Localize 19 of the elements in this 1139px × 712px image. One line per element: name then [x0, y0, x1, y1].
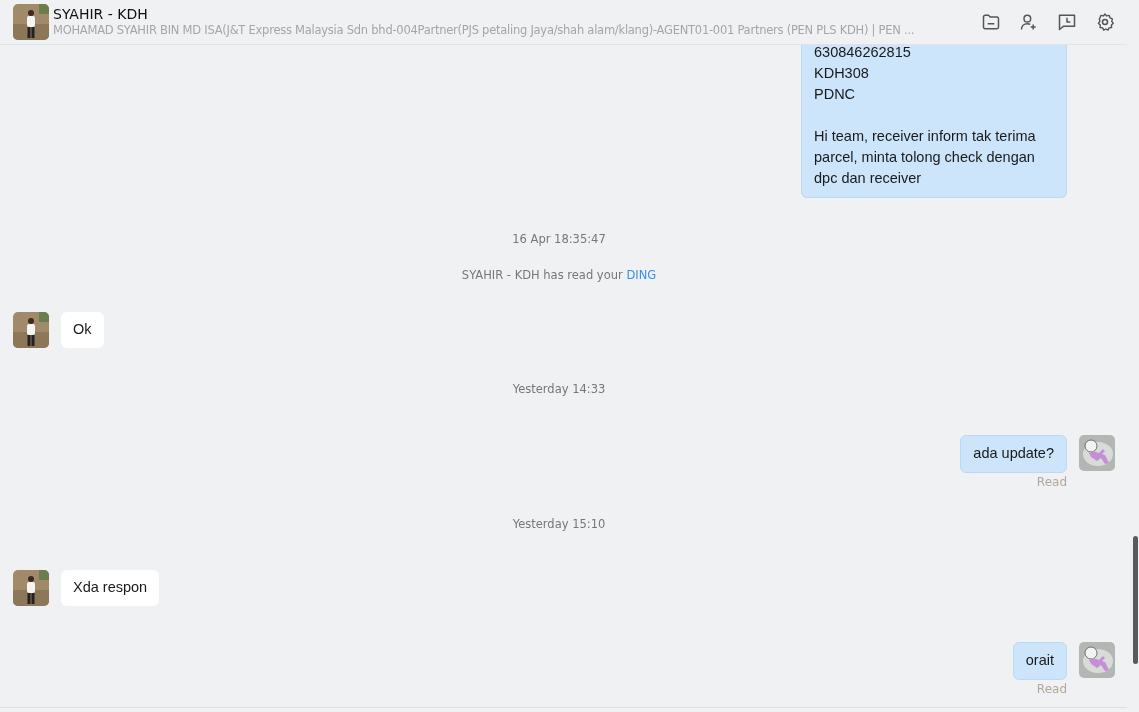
message-bubble: ada update?	[960, 434, 1067, 473]
message-bubble: orait	[1012, 641, 1067, 680]
read-status: Read	[1036, 474, 1067, 489]
contact-details: MOHAMAD SYAHIR BIN MD ISA(J&T Express Malaysia Sdn bhd-004Partner(PJS petaling Jaya/shah alam/klang)-AGENT01-001 Partners (PEN PLS KDH) | PEN ...	[53, 23, 916, 38]
read-notice: SYAHIR - KDH has read your DING	[461, 267, 657, 282]
contact-name: SYAHIR - KDH	[53, 6, 149, 23]
scrollbar[interactable]	[1133, 536, 1138, 664]
settings-icon[interactable]	[1095, 12, 1115, 32]
timestamp: 16 Apr 18:35:47	[512, 231, 606, 246]
message-bubble: Xda respon	[61, 569, 160, 606]
timestamp: Yesterday 15:10	[512, 516, 606, 531]
message-bubble: Ok	[61, 311, 104, 348]
chat-clock-icon[interactable]	[1057, 12, 1077, 32]
add-user-icon[interactable]	[1019, 12, 1039, 32]
ding-link[interactable]: DING	[626, 267, 657, 282]
timestamp: Yesterday 14:33	[512, 381, 606, 396]
message-bubble: 630846262815 KDH308 PDNC Hi team, receiver inform tak terima parcel, minta tolong check dengan dpc dan receiver	[801, 45, 1067, 198]
folder-icon[interactable]	[981, 12, 1001, 32]
read-status: Read	[1036, 681, 1067, 696]
